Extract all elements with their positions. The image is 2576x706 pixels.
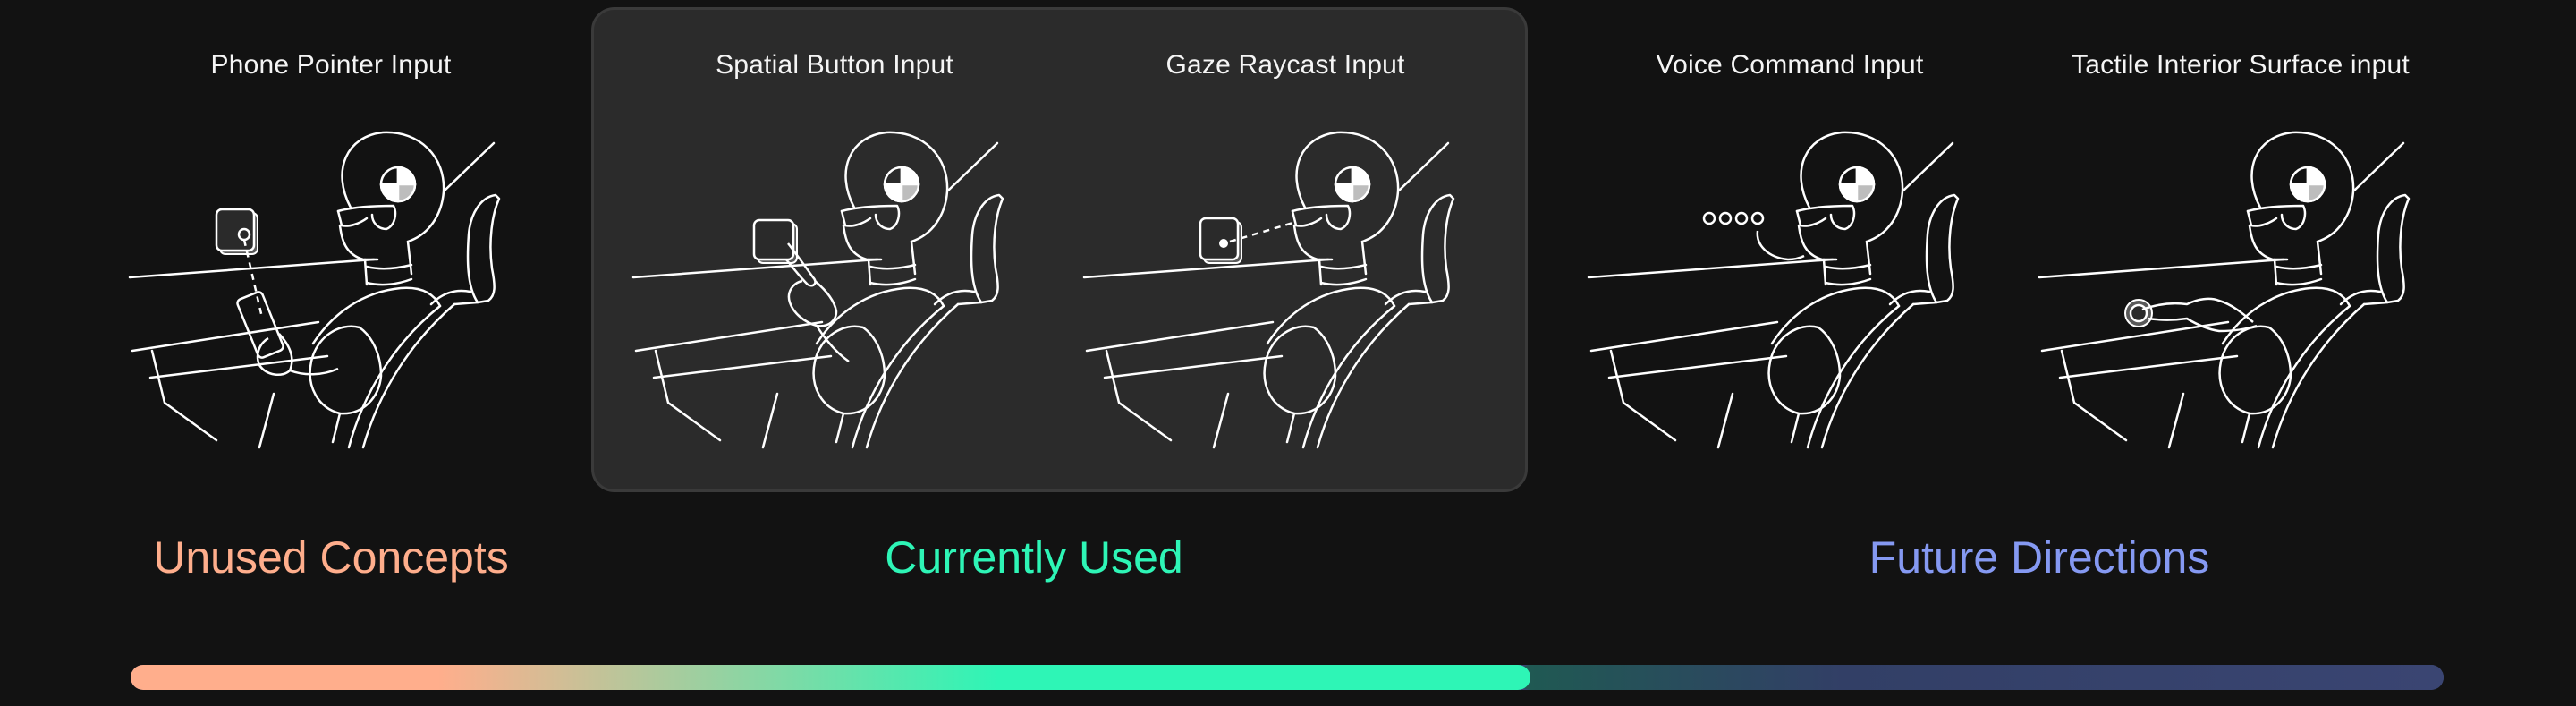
progress-track-rest <box>1518 665 2444 690</box>
spatial-button-illustration <box>631 131 1004 449</box>
category-future-directions: Future Directions <box>1868 532 2210 583</box>
gaze-raycast-illustration <box>1082 131 1455 449</box>
progress-bar <box>131 665 2444 690</box>
category-currently-used: Currently Used <box>885 532 1183 583</box>
panel-phone-pointer: Phone Pointer Input <box>98 0 564 501</box>
tactile-surface-illustration <box>2038 131 2411 449</box>
panel-spatial-button: Spatial Button Input <box>602 0 1067 501</box>
phone-pointer-illustration <box>128 131 501 449</box>
panel-voice-command: Voice Command Input <box>1557 0 2022 501</box>
voice-command-illustration <box>1587 131 1960 449</box>
progress-fill <box>131 665 1530 690</box>
panel-tactile-surface: Tactile Interior Surface input <box>2008 0 2473 501</box>
category-unused-concepts: Unused Concepts <box>153 532 509 583</box>
panel-gaze-raycast: Gaze Raycast Input <box>1053 0 1518 501</box>
